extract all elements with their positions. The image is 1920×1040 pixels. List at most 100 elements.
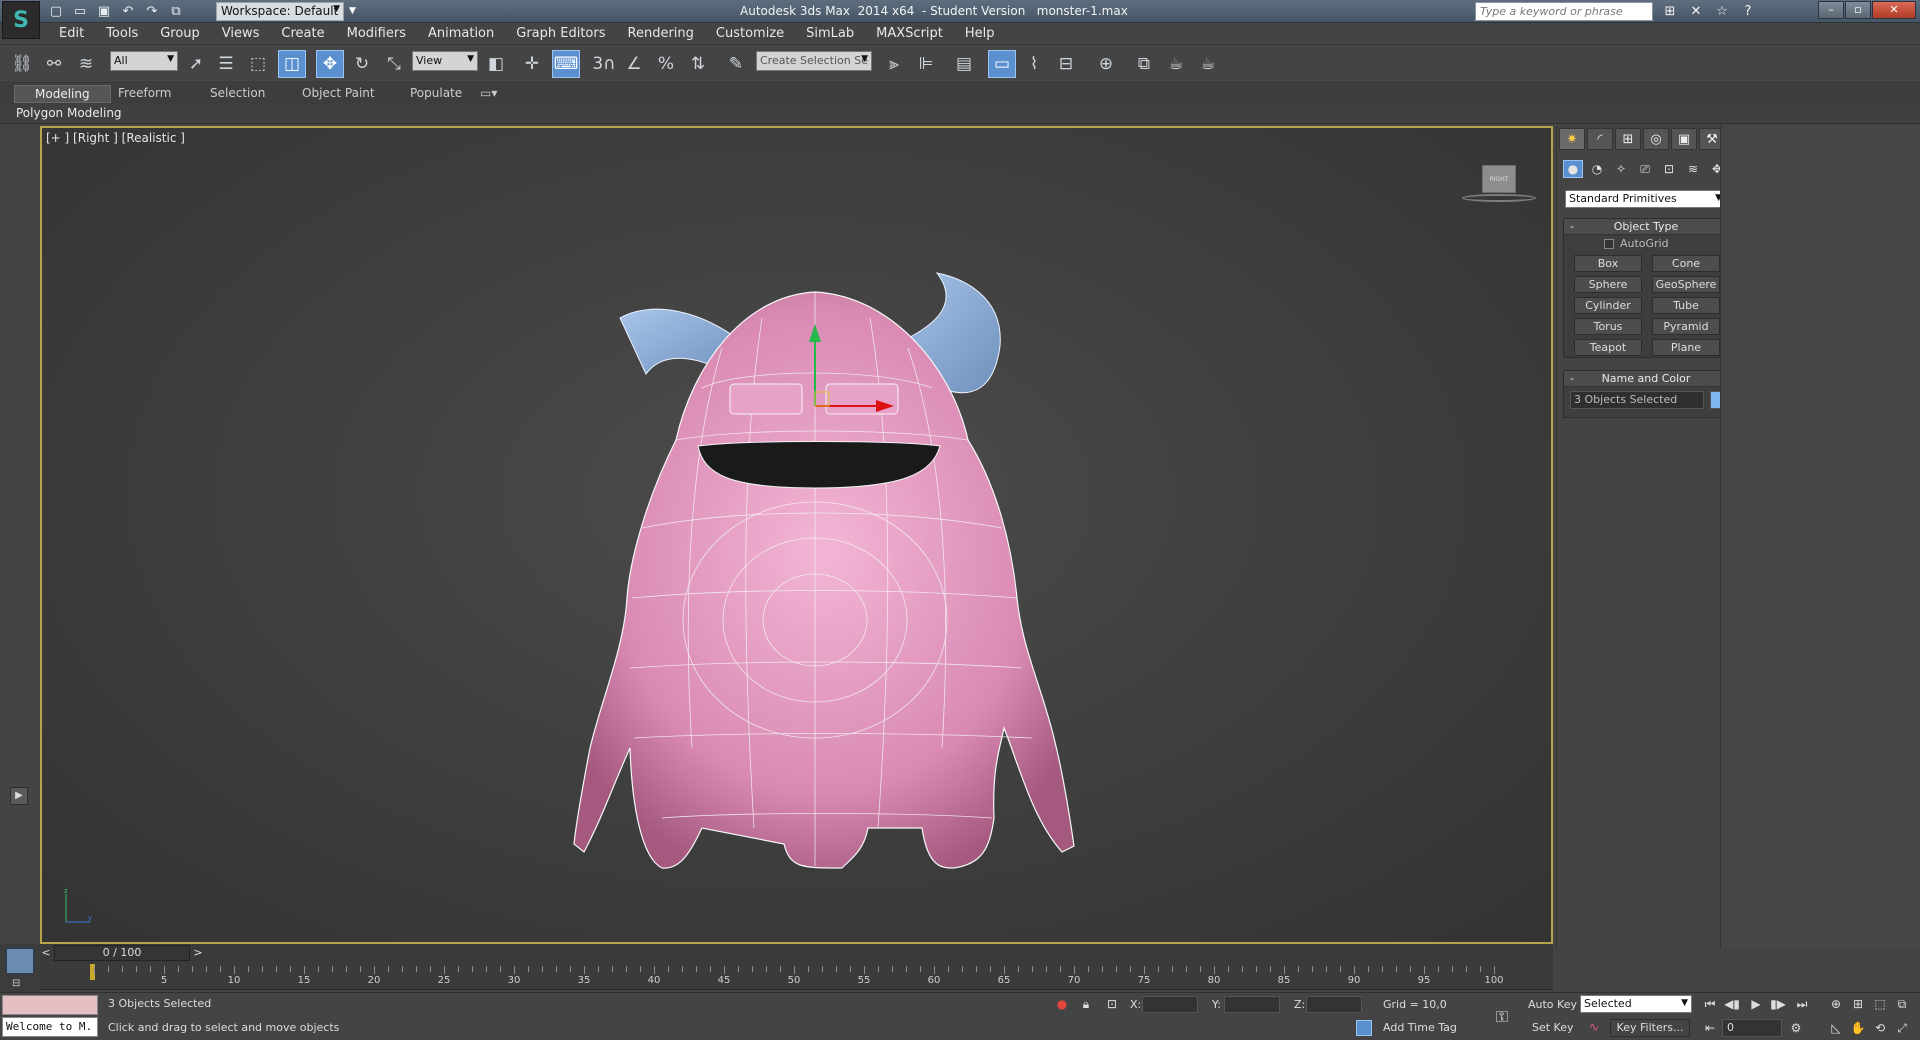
display-tab-icon[interactable]: ▣ bbox=[1671, 128, 1697, 150]
select-and-rotate-icon[interactable]: ↻ bbox=[348, 50, 376, 78]
next-frame-icon[interactable]: ▮▶ bbox=[1768, 995, 1788, 1013]
menu-graph-editors[interactable]: Graph Editors bbox=[505, 26, 616, 41]
goto-start-icon[interactable]: ⏮ bbox=[1700, 995, 1720, 1013]
modify-tab-icon[interactable]: ◜ bbox=[1587, 128, 1613, 150]
ribbon-tab-freeform[interactable]: Freeform bbox=[98, 85, 191, 103]
menu-tools[interactable]: Tools bbox=[95, 26, 149, 41]
link-icon[interactable]: ⛓ bbox=[8, 50, 36, 78]
geosphere-button[interactable]: GeoSphere bbox=[1652, 276, 1720, 293]
sphere-button[interactable]: Sphere bbox=[1574, 276, 1642, 293]
zoom-extents-icon[interactable]: ⬚ bbox=[1870, 995, 1890, 1013]
y-coordinate-field[interactable] bbox=[1224, 996, 1280, 1013]
select-and-scale-icon[interactable]: ⤡ bbox=[380, 50, 408, 78]
pan-view-icon[interactable]: ✋ bbox=[1848, 1019, 1868, 1037]
select-by-name-icon[interactable]: ☰ bbox=[212, 50, 240, 78]
viewport-right[interactable]: [+ ] [Right ] [Realistic ] RIGHT z y bbox=[40, 126, 1553, 944]
ribbon-options-icon[interactable]: ▭▾ bbox=[474, 85, 503, 103]
layer-explorer-icon[interactable]: ▤ bbox=[950, 50, 978, 78]
menu-create[interactable]: Create bbox=[270, 26, 335, 41]
bind-space-warp-icon[interactable]: ≋ bbox=[72, 50, 100, 78]
helpers-icon[interactable]: ⊡ bbox=[1659, 160, 1679, 178]
zoom-extents-all-icon[interactable]: ⧉ bbox=[1892, 995, 1912, 1013]
new-file-icon[interactable]: ▢ bbox=[46, 2, 66, 20]
x-coordinate-field[interactable] bbox=[1142, 996, 1198, 1013]
add-time-tag[interactable]: Add Time Tag bbox=[1383, 1021, 1457, 1034]
keyboard-shortcut-override-icon[interactable]: ⌨ bbox=[552, 50, 580, 78]
motion-tab-icon[interactable]: ◎ bbox=[1643, 128, 1669, 150]
time-prev-icon[interactable]: < bbox=[40, 944, 52, 962]
play-icon[interactable]: ▶ bbox=[1746, 995, 1766, 1013]
menu-animation[interactable]: Animation bbox=[417, 26, 505, 41]
field-of-view-icon[interactable]: ◺ bbox=[1826, 1019, 1846, 1037]
material-editor-icon[interactable]: ⊕ bbox=[1092, 50, 1120, 78]
key-filters-button[interactable]: Key Filters... bbox=[1610, 1019, 1690, 1037]
qat-customize-icon[interactable]: ▼ bbox=[346, 2, 359, 21]
object-type-header[interactable]: - Object Type bbox=[1564, 219, 1728, 235]
manipulate-icon[interactable]: ✛ bbox=[518, 50, 546, 78]
project-folder-icon[interactable]: ⧉ bbox=[166, 2, 186, 20]
rectangular-selection-icon[interactable]: ⬚ bbox=[244, 50, 272, 78]
select-and-move-icon[interactable]: ✥ bbox=[316, 50, 344, 78]
auto-key-button[interactable]: Auto Key bbox=[1528, 998, 1577, 1011]
ribbon-tab-populate[interactable]: Populate bbox=[390, 85, 482, 103]
object-name-field[interactable]: 3 Objects Selected bbox=[1570, 391, 1704, 409]
viewport-layout-expand-icon[interactable]: ▶ bbox=[10, 787, 28, 805]
torus-button[interactable]: Torus bbox=[1574, 318, 1642, 335]
percent-snap-icon[interactable]: % bbox=[652, 50, 680, 78]
time-tag-icon[interactable] bbox=[1356, 1020, 1372, 1036]
pivot-center-icon[interactable]: ◧ bbox=[482, 50, 510, 78]
maxscript-listener-macro[interactable] bbox=[2, 995, 98, 1015]
search-input[interactable]: Type a keyword or phrase bbox=[1475, 2, 1653, 21]
set-key-icon[interactable]: ⚿ bbox=[1488, 1007, 1516, 1026]
trackbar[interactable]: 5 10 15 20 25 30 35 40 45 50 55 60 65 70 75 80 85 90 95 100 bbox=[40, 962, 1553, 990]
mirror-icon[interactable]: ⫸ bbox=[880, 50, 908, 78]
goto-end-icon[interactable]: ⏭ bbox=[1792, 995, 1812, 1013]
schematic-view-icon[interactable]: ⊟ bbox=[1052, 50, 1080, 78]
key-set-dropdown[interactable]: Selected ▼ bbox=[1580, 995, 1692, 1013]
z-coordinate-field[interactable] bbox=[1306, 996, 1362, 1013]
ribbon-tab-modeling[interactable]: Modeling bbox=[14, 85, 111, 103]
isolate-selection-icon[interactable]: ● bbox=[1054, 996, 1070, 1012]
maximize-viewport-icon[interactable]: ⤢ bbox=[1892, 1019, 1912, 1037]
curve-editor-icon[interactable]: ⌇ bbox=[1020, 50, 1048, 78]
name-and-color-header[interactable]: - Name and Color bbox=[1564, 371, 1728, 387]
undo-icon[interactable]: ↶ bbox=[118, 2, 138, 20]
edit-named-selection-icon[interactable]: ✎ bbox=[722, 50, 750, 78]
geometry-icon[interactable]: ● bbox=[1563, 160, 1583, 178]
rendered-frame-window-icon[interactable]: ☕ bbox=[1162, 50, 1190, 78]
tube-button[interactable]: Tube bbox=[1652, 297, 1720, 314]
teapot-button[interactable]: Teapot bbox=[1574, 339, 1642, 356]
selection-lock-icon[interactable]: 🔒︎ bbox=[1078, 996, 1094, 1012]
curve-editor-toggle-icon[interactable]: ⊟ bbox=[12, 978, 28, 990]
menu-views[interactable]: Views bbox=[211, 26, 271, 41]
render-production-icon[interactable]: ☕ bbox=[1194, 50, 1222, 78]
pyramid-button[interactable]: Pyramid bbox=[1652, 318, 1720, 335]
window-crossing-icon[interactable]: ◫ bbox=[278, 50, 306, 78]
angle-snap-icon[interactable]: ∠ bbox=[620, 50, 648, 78]
time-slider[interactable]: 0 / 100 bbox=[54, 945, 190, 961]
create-tab-icon[interactable]: ✷ bbox=[1559, 128, 1585, 150]
polygon-modeling-label[interactable]: Polygon Modeling bbox=[16, 106, 122, 120]
menu-customize[interactable]: Customize bbox=[705, 26, 795, 41]
snaps-toggle-icon[interactable]: 3 ∩ bbox=[590, 50, 618, 78]
cameras-icon[interactable]: ⎚ bbox=[1635, 160, 1655, 178]
shapes-icon[interactable]: ◔ bbox=[1587, 160, 1607, 178]
render-setup-icon[interactable]: ⧉ bbox=[1130, 50, 1158, 78]
maxscript-listener-input[interactable]: Welcome to M. bbox=[2, 1017, 98, 1037]
selection-filter-dropdown[interactable]: All ▼ bbox=[110, 51, 178, 71]
menu-maxscript[interactable]: MAXScript bbox=[865, 26, 954, 41]
hierarchy-tab-icon[interactable]: ⊞ bbox=[1615, 128, 1641, 150]
time-configuration-icon[interactable]: ⚙ bbox=[1786, 1019, 1806, 1037]
plane-button[interactable]: Plane bbox=[1652, 339, 1720, 356]
reference-coordinate-dropdown[interactable]: View ▼ bbox=[412, 51, 478, 71]
star-icon[interactable]: ☆ bbox=[1712, 2, 1732, 20]
named-selection-dropdown[interactable]: Create Selection Se ▼ bbox=[756, 51, 872, 71]
zoom-icon[interactable]: ⊕ bbox=[1826, 995, 1846, 1013]
previous-frame-icon[interactable]: ◀▮ bbox=[1722, 995, 1742, 1013]
cylinder-button[interactable]: Cylinder bbox=[1574, 297, 1642, 314]
box-button[interactable]: Box bbox=[1574, 255, 1642, 272]
lights-icon[interactable]: ✧ bbox=[1611, 160, 1631, 178]
open-file-icon[interactable]: ▭ bbox=[70, 2, 90, 20]
cone-button[interactable]: Cone bbox=[1652, 255, 1720, 272]
select-object-icon[interactable]: ➚ bbox=[182, 50, 210, 78]
